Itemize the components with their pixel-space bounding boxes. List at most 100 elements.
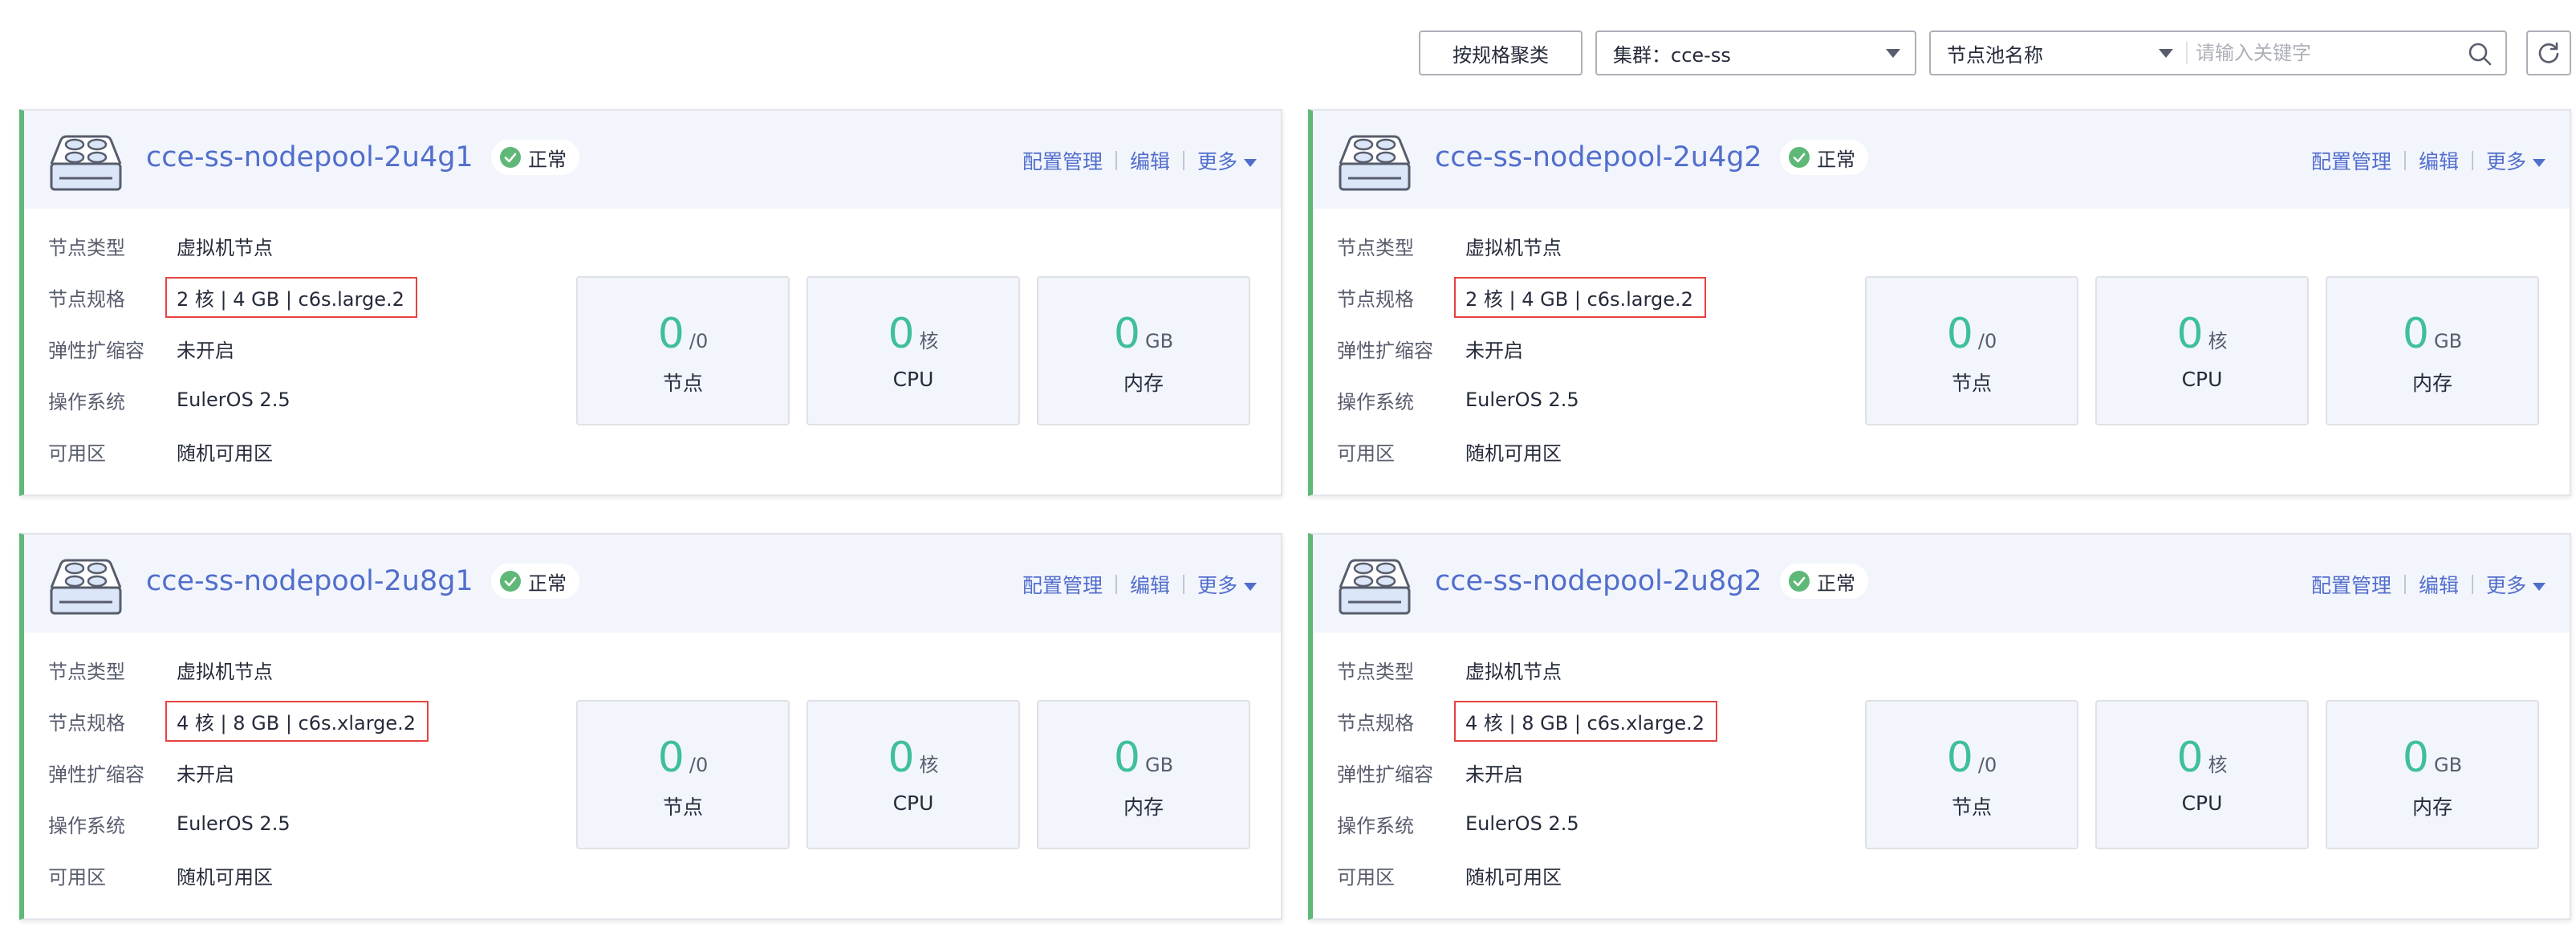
cluster-select[interactable]: 集群：cce-ss <box>1595 31 1916 75</box>
az-value: 随机可用区 <box>177 865 273 889</box>
status-badge: 正常 <box>491 140 579 175</box>
cpu-caption: CPU <box>2181 368 2223 391</box>
refresh-button[interactable] <box>2526 31 2571 75</box>
node-type-label: 节点类型 <box>1337 236 1414 259</box>
nodepool-name-link[interactable]: cce-ss-nodepool-2u4g1 <box>146 141 473 173</box>
nodepool-card-4: cce-ss-nodepool-2u8g2 正常 配置管理 编辑 更多 节点类型… <box>1308 533 2571 920</box>
divider <box>2186 42 2188 64</box>
nodepool-icon <box>1339 559 1411 615</box>
status-badge: 正常 <box>1780 564 1868 599</box>
group-by-spec-button[interactable]: 按规格聚类 <box>1419 31 1583 75</box>
cpu-unit: 核 <box>919 330 939 352</box>
node-type-label: 节点类型 <box>48 236 125 259</box>
nodes-stat: 0/0 节点 <box>1865 276 2078 425</box>
nodes-stat: 0/0 节点 <box>1865 700 2078 849</box>
node-type-value: 虚拟机节点 <box>1465 660 1562 683</box>
autoscaling-label: 弹性扩缩容 <box>48 763 144 786</box>
edit-link[interactable]: 编辑 <box>1130 146 1170 175</box>
nodes-caption: 节点 <box>1951 796 1992 819</box>
divider <box>2403 151 2406 170</box>
nodes-unit: /0 <box>1977 330 1997 352</box>
card-header: cce-ss-nodepool-2u4g2 正常 配置管理 编辑 更多 <box>1313 111 2570 209</box>
nodepool-name-link[interactable]: cce-ss-nodepool-2u8g2 <box>1435 565 1762 597</box>
cpu-value: 0 <box>2176 310 2204 358</box>
caret-down-icon <box>2533 583 2546 591</box>
nodes-count: 0/0 <box>1867 735 2077 787</box>
status-text: 正常 <box>1817 572 1855 595</box>
cpu-unit: 核 <box>2208 330 2228 352</box>
nodepool-name-link[interactable]: cce-ss-nodepool-2u4g2 <box>1435 141 1762 173</box>
nodes-stat: 0/0 节点 <box>576 276 790 425</box>
nodes-count: 0/0 <box>578 735 788 787</box>
divider <box>2403 575 2406 594</box>
card-actions: 配置管理 编辑 更多 <box>2311 570 2546 599</box>
nodepool-card-1: cce-ss-nodepool-2u4g1 正常 配置管理 编辑 更多 节点类型… <box>19 109 1282 496</box>
card-header: cce-ss-nodepool-2u8g1 正常 配置管理 编辑 更多 <box>24 535 1281 633</box>
cpu-count: 0核 <box>2097 311 2307 364</box>
cpu-unit: 核 <box>2208 754 2228 776</box>
az-value: 随机可用区 <box>1465 865 1562 889</box>
status-badge: 正常 <box>491 564 579 599</box>
config-management-link[interactable]: 配置管理 <box>2311 146 2391 175</box>
nodepool-name-link[interactable]: cce-ss-nodepool-2u8g1 <box>146 565 473 597</box>
more-dropdown[interactable]: 更多 <box>2486 570 2546 599</box>
os-value: EulerOS 2.5 <box>1465 389 1579 411</box>
memory-unit: GB <box>2434 754 2463 776</box>
nodes-value: 0 <box>1946 734 1973 782</box>
nodes-caption: 节点 <box>1951 372 1992 395</box>
cpu-count: 0核 <box>2097 735 2307 787</box>
nodepool-icon <box>1339 135 1411 191</box>
memory-unit: GB <box>2434 330 2463 352</box>
search-icon[interactable] <box>2467 41 2493 67</box>
filter-field-select[interactable]: 节点池名称 <box>1931 32 2188 74</box>
search-input[interactable] <box>2196 35 2452 71</box>
divider <box>1182 575 1184 594</box>
more-dropdown[interactable]: 更多 <box>1197 570 1257 599</box>
cpu-count: 0核 <box>808 311 1018 364</box>
nodes-unit: /0 <box>689 330 709 352</box>
node-spec-value: 4 核 | 8 GB | c6s.xlarge.2 <box>165 700 429 742</box>
edit-link[interactable]: 编辑 <box>2419 146 2459 175</box>
node-spec-value: 4 核 | 8 GB | c6s.xlarge.2 <box>1454 700 1718 742</box>
memory-caption: 内存 <box>2411 796 2452 819</box>
az-value: 随机可用区 <box>1465 442 1562 465</box>
cpu-value: 0 <box>888 734 915 782</box>
memory-value: 0 <box>1113 734 1141 782</box>
check-circle-icon <box>500 571 521 592</box>
node-spec-label: 节点规格 <box>48 287 125 311</box>
divider <box>2471 151 2473 170</box>
edit-link[interactable]: 编辑 <box>1130 570 1170 599</box>
status-text: 正常 <box>1817 148 1855 171</box>
more-label: 更多 <box>1197 150 1237 173</box>
autoscaling-value: 未开启 <box>177 339 234 362</box>
memory-value: 0 <box>2402 734 2430 782</box>
check-circle-icon <box>500 147 521 168</box>
memory-count: 0 GB <box>2327 311 2537 364</box>
config-management-link[interactable]: 配置管理 <box>2311 570 2391 599</box>
caret-down-icon <box>1244 583 1257 591</box>
edit-link[interactable]: 编辑 <box>2419 570 2459 599</box>
divider <box>1115 575 1117 594</box>
node-spec-value: 2 核 | 4 GB | c6s.large.2 <box>1454 276 1706 318</box>
divider <box>1182 151 1184 170</box>
divider <box>1115 151 1117 170</box>
memory-unit: GB <box>1145 330 1174 352</box>
nodepool-card-2: cce-ss-nodepool-2u4g2 正常 配置管理 编辑 更多 节点类型… <box>1308 109 2571 496</box>
status-text: 正常 <box>528 148 567 171</box>
card-header: cce-ss-nodepool-2u8g2 正常 配置管理 编辑 更多 <box>1313 535 2570 633</box>
more-dropdown[interactable]: 更多 <box>2486 146 2546 175</box>
node-type-label: 节点类型 <box>48 660 125 683</box>
os-label: 操作系统 <box>1337 390 1414 413</box>
memory-stat: 0 GB 内存 <box>2326 700 2539 849</box>
filter-field-value: 节点池名称 <box>1947 43 2043 67</box>
config-management-link[interactable]: 配置管理 <box>1022 146 1103 175</box>
config-management-link[interactable]: 配置管理 <box>1022 570 1103 599</box>
caret-down-icon <box>1244 159 1257 167</box>
memory-stat: 0 GB 内存 <box>1037 276 1250 425</box>
card-actions: 配置管理 编辑 更多 <box>2311 146 2546 175</box>
cpu-caption: CPU <box>892 368 934 391</box>
nodes-value: 0 <box>657 310 685 358</box>
node-spec-label: 节点规格 <box>1337 711 1414 735</box>
more-dropdown[interactable]: 更多 <box>1197 146 1257 175</box>
memory-count: 0 GB <box>2327 735 2537 787</box>
